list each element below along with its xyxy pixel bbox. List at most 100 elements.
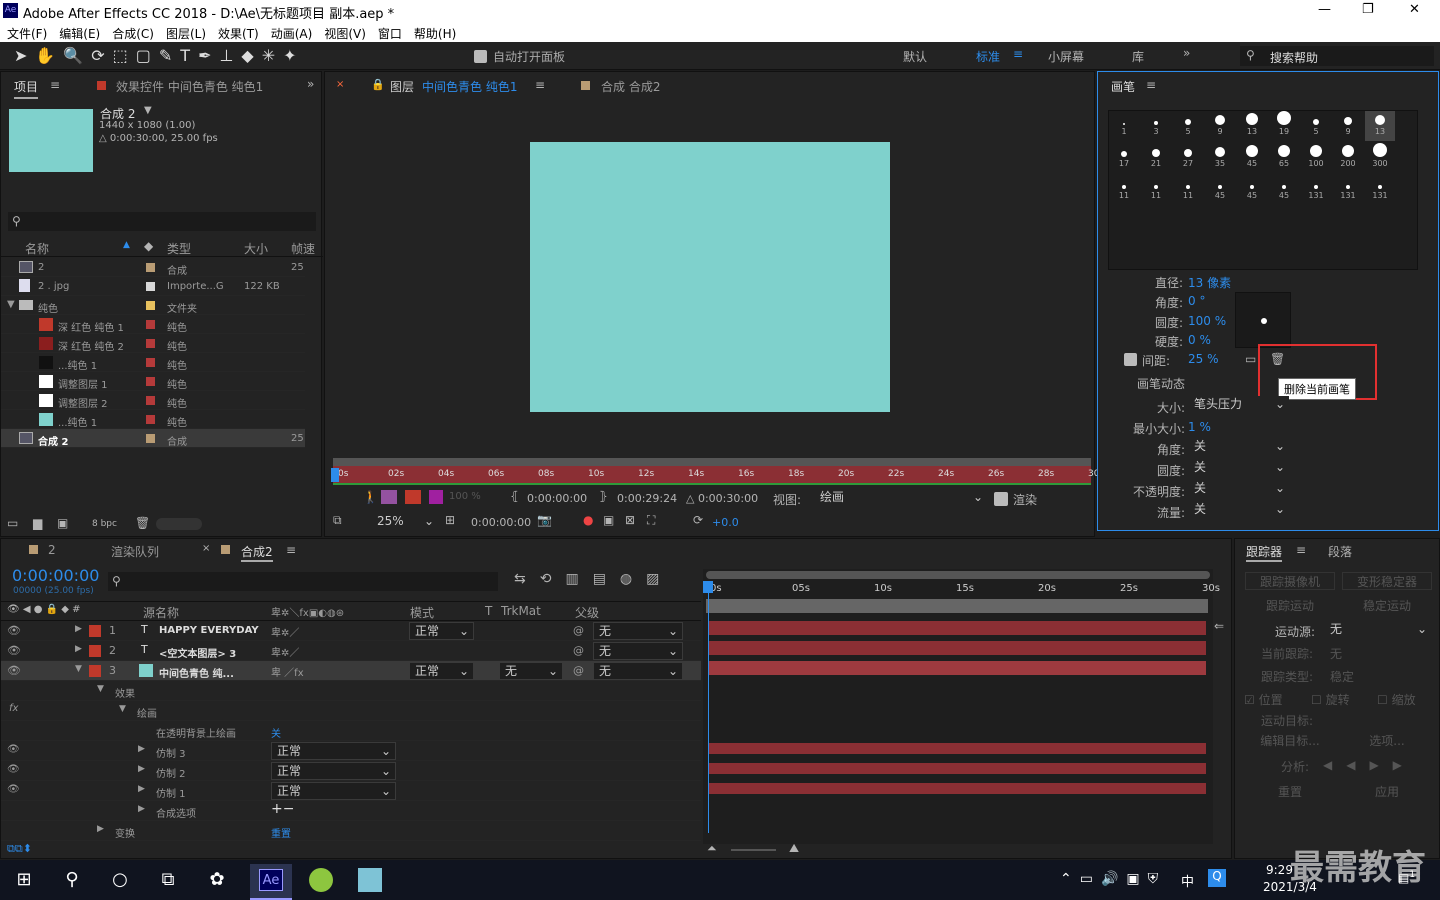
project-item[interactable]: 2 . jpg Importe...G 122 KB [1, 277, 305, 296]
eye-icon[interactable]: 👁 [7, 744, 20, 755]
expand-arrow-icon[interactable]: ▼ [7, 299, 15, 310]
edit-target-button[interactable]: 编辑目标... [1245, 732, 1335, 750]
layer-row[interactable]: 👁 ▼ 3 中间色青色 纯... 卑 ／fx 正常 ⌄ 无 ⌄ @ 无 ⌄ [1, 661, 701, 681]
col-type[interactable]: 类型 [167, 240, 191, 257]
tracker-menu-icon[interactable]: ≡ [1296, 543, 1306, 557]
pickwhip-icon[interactable]: @ [573, 624, 584, 637]
pickwhip-icon[interactable]: @ [573, 664, 584, 677]
layer-label-swatch[interactable] [89, 645, 101, 657]
paint-on-transparent-value[interactable]: 关 [271, 725, 281, 740]
brush-preset[interactable]: 45 [1205, 175, 1235, 205]
zoom-slider[interactable] [731, 849, 776, 851]
auto-open-checkbox[interactable] [474, 50, 487, 63]
apply-button[interactable]: 应用 [1342, 783, 1432, 801]
viewer-time-ruler[interactable]: 0s 02s 04s 06s 08s 10s 12s 14s 16s 18s 20s 22s 24s 26… [331, 458, 1104, 485]
project-item[interactable]: 深 红色 纯色 1 纯色 [1, 315, 305, 334]
brush-preset[interactable]: 17 [1109, 143, 1139, 173]
dynamics-value[interactable]: 1 % [1188, 420, 1211, 434]
expand-arrow-icon[interactable]: ▶ [75, 624, 82, 634]
viewer-tab-menu-icon[interactable]: ≡ [535, 78, 545, 92]
tab-effect-controls[interactable]: 效果控件 中间色青色 纯色1 [116, 78, 281, 95]
snapshot-icon[interactable]: ⧉ [333, 513, 342, 528]
dynamics-select[interactable]: 关 ⌄ [1189, 501, 1289, 519]
col-trkmat[interactable]: TrkMat [501, 604, 541, 618]
pickwhip-icon[interactable]: @ [573, 644, 584, 657]
transform-reset[interactable]: 重置 [271, 825, 291, 840]
col-size[interactable]: 大小 [244, 240, 268, 257]
composite-options[interactable]: ▶ 合成选项 +− [1, 801, 701, 821]
project-item[interactable]: ...纯色 1 纯色 [1, 410, 305, 429]
exposure-value[interactable]: +0.0 [712, 516, 739, 529]
label-swatch[interactable] [146, 396, 155, 405]
diameter-value[interactable]: 13 像素 [1188, 274, 1231, 291]
rotation-check[interactable]: ☐ 旋转 [1311, 691, 1350, 708]
close-button[interactable]: ✕ [1409, 2, 1420, 17]
label-swatch[interactable] [146, 301, 155, 310]
analyze-controls[interactable]: ◀◀▶▶ [1323, 758, 1416, 772]
menu-item-8[interactable]: 帮助(H) [414, 27, 456, 41]
label-swatch[interactable] [146, 282, 155, 291]
app-ball-icon[interactable] [309, 868, 333, 892]
dynamics-select[interactable]: 笔头压力 ⌄ [1189, 396, 1289, 414]
task-view-icon[interactable]: ⧉ [156, 868, 180, 892]
tool-icons[interactable]: ➤✋🔍⟳⬚▢✎T✒⊥◆✳✦ [14, 46, 305, 65]
search-help-field[interactable]: ⚲ 搜索帮助 [1240, 46, 1434, 66]
options-button[interactable]: 选项... [1342, 732, 1432, 750]
project-item[interactable]: ▼ 纯色 文件夹 [1, 296, 305, 315]
transform-group[interactable]: ▶ 变换 重置 [1, 821, 701, 841]
after-effects-taskbar-icon[interactable]: Ae [250, 864, 292, 900]
warp-stabilizer-button[interactable]: 变形稳定器 [1342, 572, 1432, 590]
timeline-ruler[interactable]: 0s 05s 10s 15s 20s 25s 30s [706, 581, 1220, 597]
expand-arrow-icon[interactable]: ▶ [138, 744, 145, 754]
menu-item-0[interactable]: 文件(F) [7, 27, 47, 41]
comp-marker-icon[interactable]: ⇐ [1214, 619, 1224, 633]
layer-mode-select[interactable]: 正常 ⌄ [409, 622, 474, 640]
clone-mode-select[interactable]: 正常 ⌄ [271, 742, 396, 760]
interpret-icon[interactable]: ▭ [7, 516, 18, 530]
in-time[interactable]: 0:00:00:00 [527, 492, 587, 505]
brush-preset[interactable]: 3 [1141, 111, 1171, 141]
stabilize-motion-button[interactable]: 稳定运动 [1342, 597, 1432, 615]
onion2-icon[interactable] [405, 490, 421, 504]
channels-icon[interactable]: ● [583, 513, 593, 527]
paint-effect[interactable]: ▼ 绘画 fx [1, 701, 701, 721]
layer-3-bar[interactable] [708, 661, 1206, 675]
expand-arrow-icon[interactable]: ▼ [119, 704, 126, 714]
eye-icon[interactable]: 👁 [7, 784, 20, 795]
brush-preset[interactable]: 65 [1269, 143, 1299, 173]
brush-panel-menu-icon[interactable]: ≡ [1146, 78, 1156, 92]
project-item[interactable]: 2 合成 25 [1, 258, 305, 277]
reset-exposure-icon[interactable]: ⟳ [693, 513, 703, 527]
brush-preset[interactable]: 27 [1173, 143, 1203, 173]
expand-arrow-icon[interactable]: ▶ [75, 644, 82, 654]
parent-select[interactable]: 无 ⌄ [593, 642, 683, 660]
current-time[interactable]: 0:00:00:00 [471, 516, 531, 529]
expand-icon[interactable]: ⧉⧉⬍ [7, 842, 32, 856]
layer-search-input[interactable]: ⚲ [108, 572, 498, 591]
expand-arrow-icon[interactable]: ▶ [138, 784, 145, 794]
viewer-tab-layer-prefix[interactable]: 图层 [390, 78, 414, 95]
motion-source-select[interactable]: 无 ⌄ [1325, 621, 1431, 639]
clone-stroke[interactable]: ▶ 仿制 3 👁 正常 ⌄ [1, 741, 701, 761]
hardness-value[interactable]: 0 % [1188, 333, 1211, 347]
out-time[interactable]: 0:00:29:24 [617, 492, 677, 505]
panel-menu-icon[interactable]: ≡ [50, 78, 60, 92]
brush-preset[interactable]: 11 [1141, 175, 1171, 205]
view-select[interactable]: 绘画 ⌄ [815, 489, 987, 507]
roundness-value[interactable]: 100 % [1188, 314, 1226, 328]
new-comp-icon[interactable]: ▣ [57, 516, 68, 530]
folder-icon[interactable]: ▆ [33, 516, 42, 530]
eye-icon[interactable]: 👁 [7, 624, 21, 637]
current-time-indicator[interactable] [708, 583, 709, 833]
brush-preset[interactable]: 9 [1205, 111, 1235, 141]
brush-preset[interactable]: 131 [1365, 175, 1395, 205]
track-motion-button[interactable]: 跟踪运动 [1245, 597, 1335, 615]
lock-icon[interactable]: 🔒 [371, 78, 385, 91]
tab-paragraph[interactable]: 段落 [1328, 543, 1352, 560]
transparency-icon[interactable]: ⊠ [625, 513, 635, 527]
new-brush-icon[interactable]: ▭ [1245, 352, 1256, 366]
maximize-button[interactable]: ❐ [1362, 2, 1374, 17]
app-pinwheel-icon[interactable]: ✿ [205, 868, 229, 892]
label-icon[interactable]: ◆ [144, 239, 153, 253]
menu-item-1[interactable]: 编辑(E) [59, 27, 100, 41]
